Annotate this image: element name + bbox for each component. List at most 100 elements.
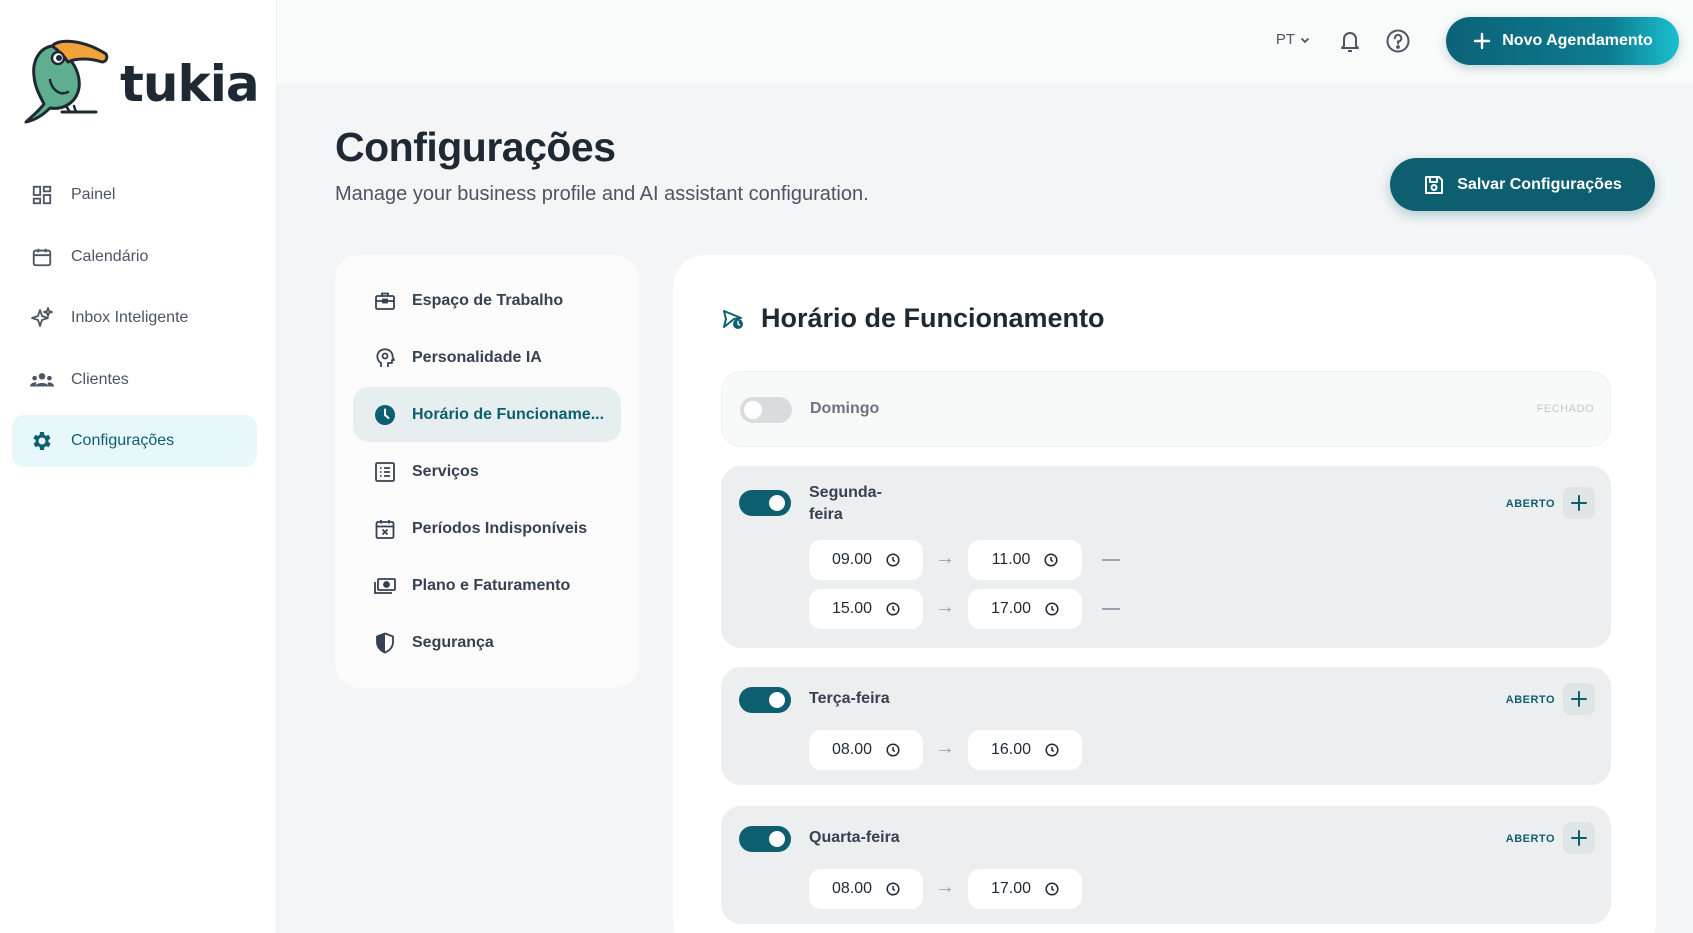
day-status: ABERTO (1505, 833, 1555, 845)
settings-item-workspace[interactable]: Espaço de Trabalho (353, 273, 621, 328)
plus-icon (1571, 830, 1587, 846)
time-value: 17.00 (990, 600, 1032, 617)
briefcase-icon (373, 289, 397, 313)
add-slot-button[interactable] (1563, 683, 1595, 715)
start-time-input[interactable]: 15.00 (809, 589, 923, 629)
settings-item-label: Horário de Funcioname... (412, 405, 605, 423)
day-toggle[interactable] (739, 687, 791, 713)
main-nav: Painel Calendário Inbox Inteligente Clie… (12, 169, 257, 477)
sidebar-item-painel[interactable]: Painel (12, 169, 257, 221)
settings-item-label: Personalidade IA (412, 348, 542, 366)
arrow-right-icon: → (935, 547, 955, 569)
day-toggle[interactable] (739, 826, 791, 852)
clock-icon (1045, 882, 1059, 896)
arrow-right-icon: → (935, 596, 955, 618)
remove-slot-button[interactable] (1102, 608, 1120, 610)
time-value: 17.00 (990, 880, 1032, 897)
sparkle-icon (30, 306, 54, 330)
time-value: 08.00 (831, 741, 873, 758)
day-name: Terça-feira (809, 690, 890, 707)
logo[interactable]: tukia (22, 36, 260, 126)
new-appointment-label: Novo Agendamento (1502, 32, 1653, 49)
time-value: 08.00 (831, 880, 873, 897)
money-icon (373, 574, 397, 598)
calendar-icon (30, 245, 54, 269)
sidebar-item-inbox[interactable]: Inbox Inteligente (12, 292, 257, 344)
language-label: PT (1275, 31, 1295, 48)
help-icon[interactable] (1385, 28, 1411, 59)
ai-head-icon (373, 346, 397, 370)
end-time-input[interactable]: 11.00 (968, 540, 1082, 580)
settings-item-ai-personality[interactable]: Personalidade IA (353, 330, 621, 385)
clock-icon (1045, 743, 1059, 757)
start-time-input[interactable]: 08.00 (809, 869, 923, 909)
start-time-input[interactable]: 09.00 (809, 540, 923, 580)
sidebar-item-clientes[interactable]: Clientes (12, 354, 257, 406)
settings-item-label: Períodos Indisponíveis (412, 519, 588, 537)
clock-icon (886, 553, 900, 567)
day-toggle[interactable] (739, 490, 791, 516)
save-icon (1425, 175, 1444, 194)
clock-icon (886, 602, 900, 616)
plus-icon (1571, 691, 1587, 707)
day-name: Quarta-feira (809, 829, 900, 846)
time-value: 11.00 (991, 551, 1031, 568)
add-slot-button[interactable] (1563, 487, 1595, 519)
plus-icon (1474, 32, 1491, 50)
users-icon (30, 368, 54, 392)
plus-icon (1571, 495, 1587, 511)
day-name-line2: feira (809, 506, 843, 523)
panel-title-text: Horário de Funcionamento (761, 303, 1105, 333)
day-row-monday: Segunda- feira ABERTO 09.00 → 11.00 15.0… (721, 466, 1611, 648)
arrow-right-icon: → (935, 737, 955, 759)
page-subtitle: Manage your business profile and AI assi… (335, 183, 869, 205)
save-settings-button[interactable]: Salvar Configurações (1390, 158, 1655, 211)
business-hours-panel: Horário de Funcionamento Domingo FECHADO… (673, 255, 1656, 933)
clock-icon (1045, 602, 1059, 616)
time-value: 16.00 (990, 741, 1032, 758)
schedule-send-icon (723, 309, 743, 329)
end-time-input[interactable]: 16.00 (968, 730, 1082, 770)
end-time-input[interactable]: 17.00 (968, 589, 1082, 629)
day-name: Domingo (810, 400, 880, 417)
remove-slot-button[interactable] (1102, 559, 1120, 561)
topbar: PT Novo Agendamento (277, 0, 1693, 83)
settings-item-label: Segurança (412, 633, 494, 651)
day-status: ABERTO (1505, 498, 1555, 510)
sidebar-item-label: Configurações (71, 432, 175, 449)
shield-icon (373, 631, 397, 655)
settings-item-label: Serviços (412, 462, 479, 480)
day-toggle[interactable] (740, 397, 792, 423)
clock-icon (373, 403, 397, 427)
chevron-down-icon (1300, 37, 1310, 43)
settings-item-unavailable-periods[interactable]: Períodos Indisponíveis (353, 501, 621, 556)
gear-icon (30, 429, 54, 453)
dashboard-icon (30, 183, 54, 207)
start-time-input[interactable]: 08.00 (809, 730, 923, 770)
settings-item-billing[interactable]: Plano e Faturamento (353, 558, 621, 613)
sidebar-item-configuracoes[interactable]: Configurações (12, 415, 257, 467)
settings-item-label: Espaço de Trabalho (412, 291, 564, 309)
language-selector[interactable]: PT (1276, 31, 1311, 48)
new-appointment-button[interactable]: Novo Agendamento (1446, 17, 1679, 65)
toucan-logo-icon (24, 39, 109, 124)
day-row-sunday: Domingo FECHADO (721, 371, 1611, 447)
settings-item-business-hours[interactable]: Horário de Funcioname... (353, 387, 621, 442)
bell-icon[interactable] (1338, 28, 1362, 59)
settings-menu: Espaço de Trabalho Personalidade IA Horá… (335, 255, 639, 688)
brand-name: tukia (120, 55, 260, 113)
add-slot-button[interactable] (1563, 822, 1595, 854)
panel-title: Horário de Funcionamento (721, 303, 1105, 334)
settings-item-services[interactable]: Serviços (353, 444, 621, 499)
calendar-x-icon (373, 517, 397, 541)
settings-item-security[interactable]: Segurança (353, 615, 621, 670)
clock-icon (1044, 553, 1058, 567)
end-time-input[interactable]: 17.00 (968, 869, 1082, 909)
time-value: 09.00 (831, 551, 873, 568)
clock-icon (886, 882, 900, 896)
time-value: 15.00 (831, 600, 873, 617)
sidebar-item-label: Inbox Inteligente (71, 309, 189, 326)
sidebar-item-label: Calendário (71, 247, 149, 265)
settings-item-label: Plano e Faturamento (412, 576, 571, 594)
sidebar-item-calendario[interactable]: Calendário (12, 231, 257, 283)
